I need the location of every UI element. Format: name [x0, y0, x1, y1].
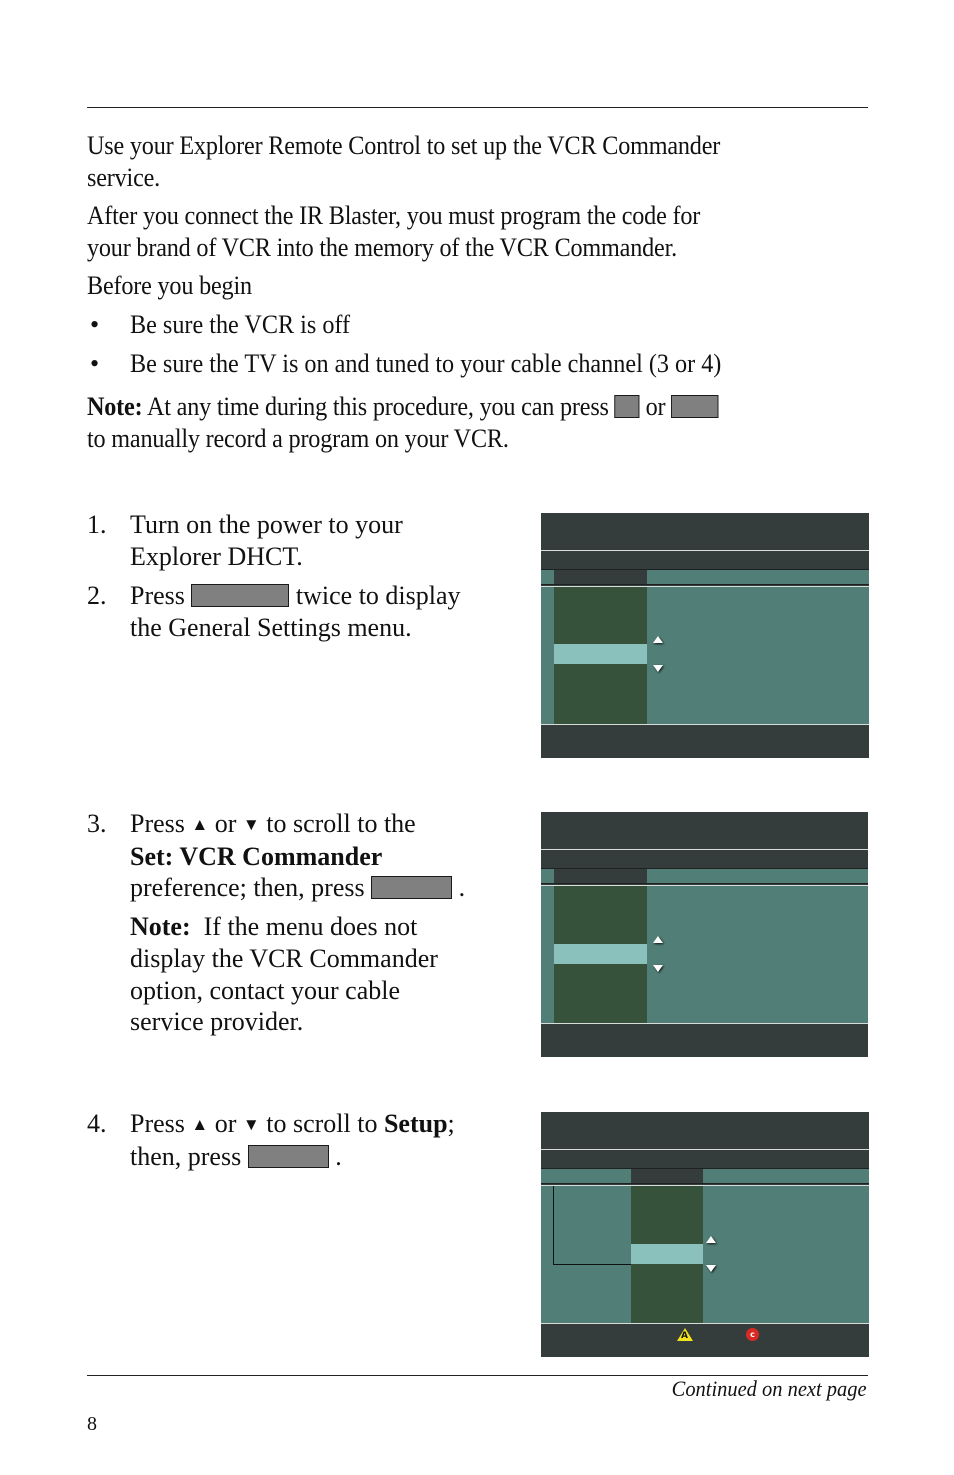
scroll-down-icon: [706, 1265, 716, 1272]
selected-menu-row: [631, 1244, 703, 1264]
note-or: or: [639, 392, 672, 421]
step-4-text: Press ▲ or ▼ to scroll to Setup; then, p…: [130, 1108, 510, 1172]
bullet-glyph: •: [90, 310, 100, 339]
c-button-icon: c: [746, 1328, 759, 1341]
step-3-note-3: option, contact your cable: [130, 975, 401, 1005]
scroll-up-icon: [706, 1236, 716, 1243]
step-4-number: 4.: [87, 1109, 107, 1138]
setup-label: Setup: [383, 1109, 448, 1138]
up-arrow-icon: ▲: [191, 815, 209, 834]
note-label: Note:: [87, 392, 143, 421]
note-line2: to manually record a program on your VCR…: [87, 423, 509, 453]
scroll-down-icon: [653, 965, 663, 972]
down-arrow-icon: ▼: [242, 1115, 260, 1134]
step-3-preference: preference; then, press: [130, 873, 372, 903]
step-4-then-press: then, press: [130, 1141, 248, 1171]
intro-p2-line2: your brand of VCR into the memory of the…: [87, 232, 677, 262]
step-1-text: Turn on the power to your Explorer DHCT.: [130, 509, 510, 572]
step-3-press: Press: [130, 809, 192, 838]
intro-p2-line1: After you connect the IR Blaster, you mu…: [87, 201, 701, 230]
step-3-note-4: service provider.: [130, 1007, 304, 1037]
up-arrow-icon: ▲: [191, 1115, 209, 1134]
intro-p1-line2: service.: [87, 162, 161, 192]
step-3-note-1: If the menu does not: [190, 912, 418, 942]
selected-menu-row: [554, 644, 647, 664]
step-3-or: or: [208, 809, 243, 838]
scroll-up-icon: [653, 636, 663, 643]
step-3-note-2: display the VCR Commander: [130, 943, 438, 973]
step-1-line2: Explorer DHCT.: [130, 541, 303, 571]
select-key: [247, 1144, 329, 1168]
tv-screen-general-settings: [541, 513, 869, 758]
note-record: Note: At any time during this procedure,…: [87, 391, 719, 454]
step-4-scroll: to scroll to: [259, 1109, 384, 1138]
bullet-glyph: •: [90, 349, 100, 378]
record-key-wide: [671, 395, 719, 418]
record-key-small: [614, 395, 640, 418]
step-3-text: Press ▲ or ▼ to scroll to the Set: VCR C…: [130, 808, 510, 1038]
step-2-number: 2.: [87, 581, 107, 610]
tv-screen-setup: A c: [541, 1112, 869, 1357]
step-1-line1: Turn on the power to your: [130, 510, 403, 539]
step-3-note-label: Note:: [130, 912, 191, 942]
step-1-number: 1.: [87, 510, 107, 539]
page-number: 8: [87, 1413, 97, 1435]
note-text: At any time during this procedure, you c…: [142, 392, 615, 421]
before-you-begin-heading: Before you begin: [87, 271, 252, 300]
step-4-or: or: [208, 1109, 243, 1138]
step-4-period: .: [328, 1141, 342, 1171]
step-2-text: Press twice to display the General Setti…: [130, 580, 510, 643]
intro-paragraph-2: After you connect the IR Blaster, you mu…: [87, 200, 700, 263]
set-vcr-commander-label: Set: VCR Commander: [130, 841, 383, 871]
bullet-item-vcr-off: Be sure the VCR is off: [130, 310, 351, 339]
settings-key: [191, 584, 290, 607]
step-2-line2: the General Settings menu.: [130, 612, 412, 642]
submenu-outline: [553, 1186, 632, 1265]
step-2-press: Press: [130, 581, 192, 610]
step-3-period: .: [452, 873, 466, 903]
selected-menu-row: [554, 944, 647, 964]
step-3-scroll: to scroll to the: [259, 809, 416, 838]
intro-paragraph-1: Use your Explorer Remote Control to set …: [87, 130, 720, 193]
step-4-semicolon: ;: [447, 1109, 455, 1138]
a-button-icon: A: [677, 1328, 693, 1341]
scroll-down-icon: [653, 665, 663, 672]
continued-note: Continued on next page: [672, 1376, 867, 1401]
bullet-item-tv-on: Be sure the TV is on and tuned to your c…: [130, 349, 722, 378]
intro-p1-line1: Use your Explorer Remote Control to set …: [87, 131, 721, 160]
select-key: [371, 876, 453, 900]
step-4-press: Press: [130, 1109, 192, 1138]
down-arrow-icon: ▼: [242, 815, 260, 834]
scroll-up-icon: [653, 936, 663, 943]
header-rule: [87, 107, 868, 108]
tv-screen-vcr-commander-pref: [541, 812, 868, 1057]
step-3-number: 3.: [87, 809, 107, 838]
step-2-after-key: twice to display: [289, 581, 461, 610]
